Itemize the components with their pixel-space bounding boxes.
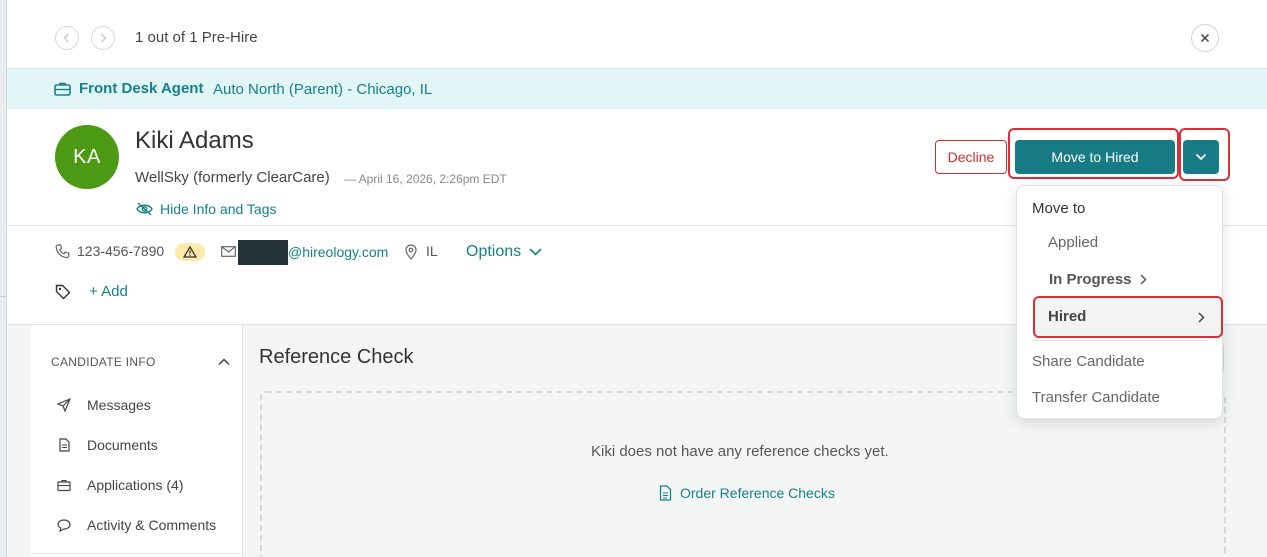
dropdown-button-highlight xyxy=(1179,128,1230,181)
menu-item-share-candidate[interactable]: Share Candidate xyxy=(1032,353,1145,370)
chevron-right-icon xyxy=(1140,274,1147,285)
briefcase-icon xyxy=(57,479,71,492)
options-dropdown[interactable]: Options xyxy=(466,243,542,261)
location-pin-icon xyxy=(405,244,417,260)
menu-divider xyxy=(1032,340,1208,341)
close-button[interactable] xyxy=(1191,24,1219,52)
tag-icon xyxy=(55,284,71,300)
sidebar-divider xyxy=(31,553,243,554)
mail-icon xyxy=(221,246,236,257)
menu-heading: Move to xyxy=(1032,200,1086,217)
job-title-link[interactable]: Front Desk Agent xyxy=(79,80,203,97)
section-title: Reference Check xyxy=(259,346,414,368)
job-location: Auto North (Parent) - Chicago, IL xyxy=(213,81,433,98)
sidebar-item-messages[interactable]: Messages xyxy=(57,397,151,413)
phone-icon xyxy=(55,244,70,259)
hide-info-toggle[interactable]: Hide Info and Tags xyxy=(136,201,277,217)
candidate-state: IL xyxy=(426,243,438,259)
background-page-strip xyxy=(0,0,7,557)
application-date: — April 16, 2026, 2:26pm EDT xyxy=(344,172,507,186)
comment-icon xyxy=(57,519,71,532)
sidebar-item-label: Activity & Comments xyxy=(87,517,217,533)
add-tag-button[interactable]: + Add xyxy=(89,283,128,300)
close-icon xyxy=(1200,33,1210,43)
phone-warning-badge[interactable] xyxy=(175,243,205,261)
options-label: Options xyxy=(466,243,522,260)
order-reference-checks-label: Order Reference Checks xyxy=(680,485,835,501)
briefcase-icon xyxy=(54,82,71,96)
chevron-left-icon xyxy=(63,33,70,43)
redacted-email-name xyxy=(238,240,288,265)
sidebar-item-label: Applications (4) xyxy=(87,477,184,493)
candidate-name: Kiki Adams xyxy=(135,127,254,154)
menu-item-in-progress[interactable]: In Progress xyxy=(1049,271,1147,288)
sidebar-item-applications[interactable]: Applications (4) xyxy=(57,477,184,493)
move-button-highlight xyxy=(1008,128,1179,179)
background-divider xyxy=(0,296,7,297)
sidebar-item-activity[interactable]: Activity & Comments xyxy=(57,517,216,533)
next-candidate-button[interactable] xyxy=(91,26,115,50)
chevron-up-icon[interactable] xyxy=(218,358,230,366)
sidebar-item-label: Messages xyxy=(87,397,151,413)
chevron-down-icon xyxy=(529,248,542,256)
candidate-company: WellSky (formerly ClearCare) xyxy=(135,169,330,186)
decline-button[interactable]: Decline xyxy=(935,140,1007,174)
candidate-counter: 1 out of 1 Pre-Hire xyxy=(135,29,258,46)
phone-number[interactable]: 123-456-7890 xyxy=(77,243,164,259)
chevron-right-icon xyxy=(1198,312,1205,323)
chevron-right-icon xyxy=(100,33,107,43)
menu-item-label: Hired xyxy=(1048,308,1087,325)
sidebar-heading: CANDIDATE INFO xyxy=(51,355,156,369)
sidebar-item-label: Documents xyxy=(87,437,158,453)
document-icon xyxy=(659,485,672,501)
eye-off-icon xyxy=(136,202,153,216)
menu-item-label: In Progress xyxy=(1049,271,1132,288)
empty-state-message: Kiki does not have any reference checks … xyxy=(591,443,889,460)
sidebar-item-documents[interactable]: Documents xyxy=(57,437,158,453)
avatar: KA xyxy=(55,125,119,189)
menu-item-transfer-candidate[interactable]: Transfer Candidate xyxy=(1032,389,1160,406)
warning-icon xyxy=(183,246,197,258)
email-address[interactable]: @hireology.com xyxy=(288,244,388,260)
hide-info-label: Hide Info and Tags xyxy=(160,201,277,217)
menu-item-applied[interactable]: Applied xyxy=(1048,234,1098,251)
previous-candidate-button[interactable] xyxy=(55,26,79,50)
order-reference-checks-link[interactable]: Order Reference Checks xyxy=(659,485,835,501)
send-icon xyxy=(57,398,71,412)
document-icon xyxy=(59,438,70,452)
